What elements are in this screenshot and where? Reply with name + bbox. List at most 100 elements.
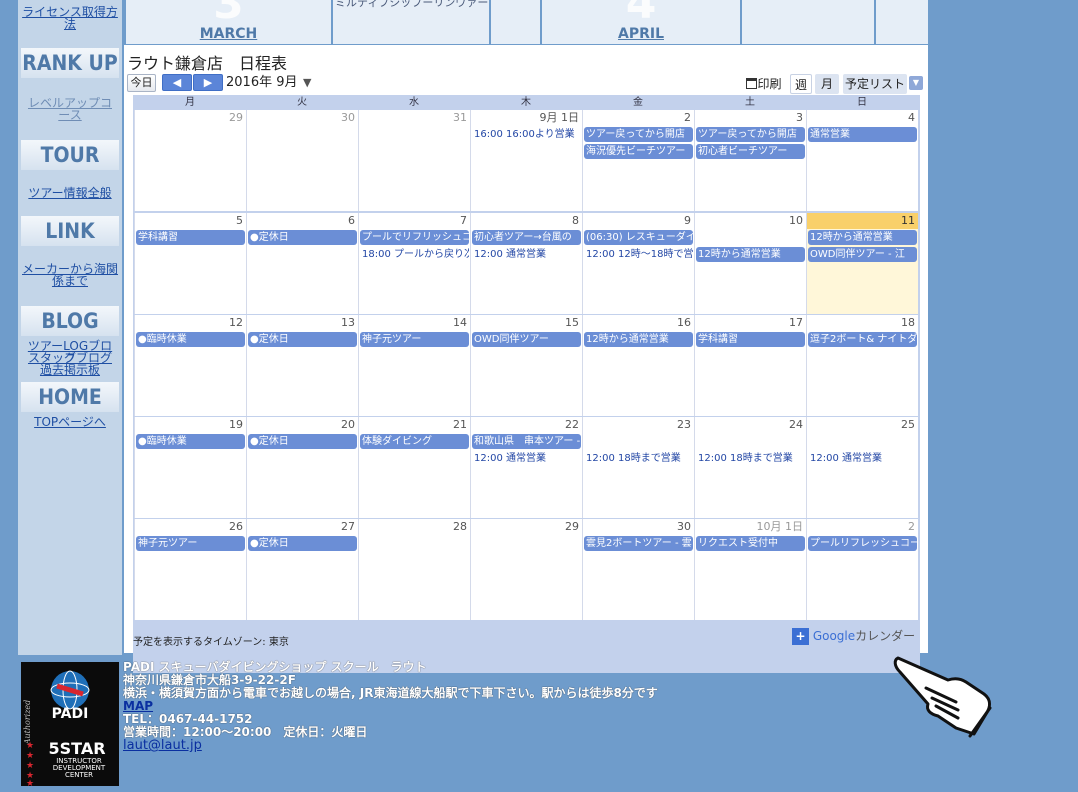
day-number[interactable]: 10 <box>695 213 806 229</box>
day-cell[interactable]: 29 <box>134 110 246 211</box>
all-day-event[interactable]: プールリフレッシュコース <box>808 536 917 551</box>
day-number[interactable]: 28 <box>359 519 470 535</box>
month-dropdown-icon[interactable]: ▼ <box>303 74 311 92</box>
day-number[interactable]: 4 <box>807 110 918 126</box>
all-day-event[interactable]: ツアー戻ってから開店 <box>584 127 693 142</box>
timed-event[interactable]: 16:00 16:00より営業 <box>472 127 581 142</box>
all-day-event[interactable]: ●定休日 <box>248 230 357 245</box>
view-agenda-button[interactable]: 予定リスト <box>843 74 907 94</box>
all-day-event[interactable]: 通常営業 <box>808 127 917 142</box>
day-number[interactable]: 8 <box>471 213 582 229</box>
prev-month-button[interactable]: ◀ <box>162 74 192 91</box>
day-cell[interactable]: 5 学科講習 <box>134 213 246 314</box>
email-link[interactable]: laut@laut.jp <box>123 738 202 753</box>
all-day-event[interactable]: 学科講習 <box>696 332 805 347</box>
past-board-link[interactable]: 過去掲示板 <box>18 364 122 376</box>
day-number[interactable]: 25 <box>807 417 918 433</box>
day-number[interactable]: 19 <box>135 417 246 433</box>
link-header[interactable]: LINK <box>21 216 119 246</box>
day-cell[interactable]: 6 ●定休日 <box>246 213 358 314</box>
all-day-event[interactable]: (06:30) レスキューダイバーコース - 大瀬崎 <box>584 230 693 245</box>
day-cell[interactable]: 16 12時から通常営業 <box>582 315 694 416</box>
day-cell[interactable]: 3 ツアー戻ってから開店 初心者ビーチツアー <box>694 110 806 211</box>
tour-info-link[interactable]: ツアー情報全般 <box>18 187 122 199</box>
timed-event[interactable]: 18:00 プールから戻り次第 <box>360 247 469 262</box>
day-number[interactable]: 31 <box>359 110 470 126</box>
levelup-link[interactable]: レベルアップコース <box>18 97 122 121</box>
day-cell[interactable]: 14 神子元ツアー <box>358 315 470 416</box>
all-day-event[interactable]: ●臨時休業 <box>136 434 245 449</box>
day-number[interactable]: 13 <box>247 315 358 331</box>
day-cell[interactable]: 10 12時から通常営業 <box>694 213 806 314</box>
rankup-header[interactable]: RANK UP <box>21 48 119 78</box>
blog-header[interactable]: BLOG <box>21 306 119 336</box>
day-cell[interactable]: 29 <box>470 519 582 620</box>
march-link[interactable]: MARCH <box>126 26 331 42</box>
all-day-event[interactable]: 雲見2ボートツアー - 雲 <box>584 536 693 551</box>
day-cell[interactable]: 19 ●臨時休業 <box>134 417 246 518</box>
day-cell[interactable]: 30 雲見2ボートツアー - 雲 <box>582 519 694 620</box>
day-cell[interactable]: 17 学科講習 <box>694 315 806 416</box>
day-number[interactable]: 30 <box>247 110 358 126</box>
agenda-dropdown-icon[interactable]: ▼ <box>909 76 923 90</box>
maker-link[interactable]: メーカーから海関係まで <box>18 263 122 287</box>
day-number[interactable]: 11 <box>807 213 918 229</box>
all-day-event[interactable]: 逗子2ボート& ナイトダ <box>808 332 917 347</box>
day-cell[interactable]: 18 逗子2ボート& ナイトダ <box>806 315 918 416</box>
timed-event[interactable]: 12:00 18時まで営業 <box>696 451 805 466</box>
day-number[interactable]: 21 <box>359 417 470 433</box>
day-number[interactable]: 7 <box>359 213 470 229</box>
license-link[interactable]: ライセンス取得方法 <box>18 6 122 30</box>
day-cell[interactable]: 7プールでリフリッシュコース 18:00 プールから戻り次第 <box>358 213 470 314</box>
day-cell[interactable]: 10月 1日 リクエスト受付中 <box>694 519 806 620</box>
all-day-event[interactable]: ツアー戻ってから開店 <box>696 127 805 142</box>
day-cell[interactable]: 8 初心者ツアー→台風の 12:00 通常営業 <box>470 213 582 314</box>
timed-event[interactable]: 12:00 18時まで営業 <box>584 451 693 466</box>
timed-event[interactable]: 12:00 通常営業 <box>808 451 917 466</box>
all-day-event[interactable]: ●定休日 <box>248 536 357 551</box>
day-cell[interactable]: 25 12:00 通常営業 <box>806 417 918 518</box>
day-cell[interactable]: 2プールリフレッシュコース <box>806 519 918 620</box>
day-cell[interactable]: 9月 1日 16:00 16:00より営業 <box>470 110 582 211</box>
all-day-event[interactable]: 初心者ツアー→台風の <box>472 230 581 245</box>
day-number[interactable]: 23 <box>583 417 694 433</box>
all-day-event[interactable]: ●定休日 <box>248 332 357 347</box>
day-cell[interactable]: 23 12:00 18時まで営業 <box>582 417 694 518</box>
today-button[interactable]: 今日 <box>127 74 156 92</box>
day-cell[interactable]: 11 12時から通常営業 OWD同伴ツアー - 江 <box>806 213 918 314</box>
all-day-event[interactable]: 和歌山県 串本ツアー - 赤級ダイビングサービス, 日本, 〒649-3513 … <box>472 434 581 449</box>
day-number[interactable]: 6 <box>247 213 358 229</box>
all-day-event[interactable]: 体験ダイビング <box>360 434 469 449</box>
all-day-event[interactable]: プールでリフリッシュコース <box>360 230 469 245</box>
day-cell[interactable]: 12 ●臨時休業 <box>134 315 246 416</box>
day-cell[interactable]: 9(06:30) レスキューダイバーコース - 大瀬崎 12:00 12時〜18時… <box>582 213 694 314</box>
day-number[interactable]: 18 <box>807 315 918 331</box>
all-day-event[interactable]: ●定休日 <box>248 434 357 449</box>
day-number[interactable]: 14 <box>359 315 470 331</box>
view-week-button[interactable]: 週 <box>790 74 812 94</box>
home-header[interactable]: HOME <box>21 382 119 412</box>
day-number[interactable]: 30 <box>583 519 694 535</box>
day-number[interactable]: 9 <box>583 213 694 229</box>
day-number[interactable]: 24 <box>695 417 806 433</box>
day-number[interactable]: 2 <box>583 110 694 126</box>
print-button[interactable]: 印刷 <box>741 74 787 94</box>
all-day-event[interactable]: OWD同伴ツアー - 江 <box>808 247 917 262</box>
timed-event[interactable]: 12:00 12時〜18時で営 <box>584 247 693 262</box>
day-number[interactable]: 2 <box>807 519 918 535</box>
day-number[interactable]: 20 <box>247 417 358 433</box>
tour-header[interactable]: TOUR <box>21 140 119 170</box>
all-day-event[interactable]: 12時から通常営業 <box>696 247 805 262</box>
day-cell[interactable]: 13 ●定休日 <box>246 315 358 416</box>
day-number[interactable]: 5 <box>135 213 246 229</box>
all-day-event[interactable]: OWD同伴ツアー <box>472 332 581 347</box>
day-number[interactable]: 12 <box>135 315 246 331</box>
day-number[interactable]: 9月 1日 <box>471 110 582 126</box>
day-number[interactable]: 10月 1日 <box>695 519 806 535</box>
day-number[interactable]: 17 <box>695 315 806 331</box>
banner-march[interactable]: 3 MARCH <box>126 0 331 44</box>
day-cell[interactable]: 26 神子元ツアー <box>134 519 246 620</box>
day-cell[interactable]: 30 <box>246 110 358 211</box>
day-number[interactable]: 15 <box>471 315 582 331</box>
april-link[interactable]: APRIL <box>542 26 740 42</box>
